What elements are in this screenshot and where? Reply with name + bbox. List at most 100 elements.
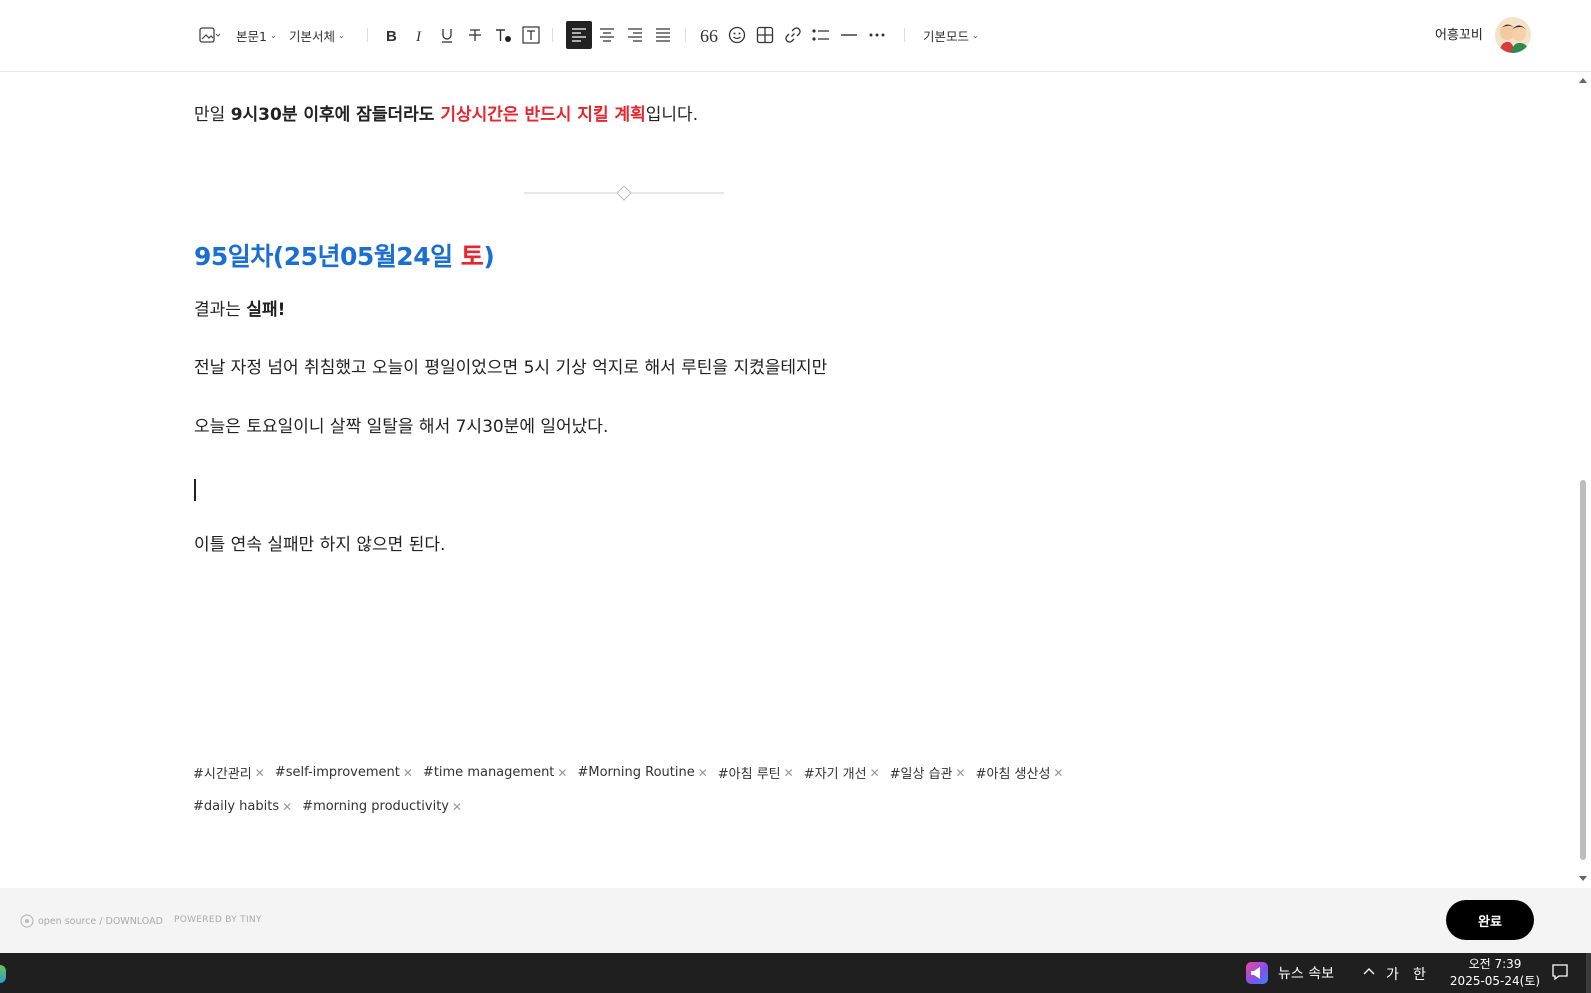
- powered-by-text: POWERED BY TINY: [174, 915, 262, 925]
- close-icon[interactable]: ✕: [255, 766, 265, 780]
- section-divider: [524, 185, 724, 201]
- toolbar-divider: [685, 28, 686, 42]
- close-icon[interactable]: ✕: [403, 766, 413, 780]
- link-icon: [785, 27, 801, 43]
- app-icon-partial[interactable]: [0, 965, 6, 983]
- italic-icon: I: [415, 29, 422, 43]
- horizontal-rule-button[interactable]: [836, 22, 862, 48]
- svg-text:I: I: [415, 29, 422, 43]
- quote-icon: 66: [700, 28, 718, 42]
- editor-mode-select[interactable]: 기본모드 ⌄: [923, 22, 979, 48]
- tag-item[interactable]: #Morning Routine ✕: [577, 763, 707, 782]
- smiley-icon: [728, 26, 746, 44]
- close-icon[interactable]: ✕: [452, 800, 462, 814]
- align-right-icon: [628, 28, 642, 42]
- tag-item[interactable]: #morning productivity ✕: [302, 799, 462, 814]
- tag-item[interactable]: #일상 습관 ✕: [890, 763, 966, 783]
- ime-language-indicator[interactable]: 가: [1386, 964, 1399, 984]
- underline-button[interactable]: [434, 22, 460, 48]
- bullet-list-button[interactable]: [808, 22, 834, 48]
- ime-mode-indicator[interactable]: 한: [1413, 964, 1426, 984]
- tiny-brand-link[interactable]: open source / DOWNLOAD: [20, 914, 163, 928]
- tag-item[interactable]: #time management ✕: [423, 763, 568, 782]
- underline-icon: [442, 29, 452, 43]
- paragraph-line3: 오늘은 토요일이니 살짝 일탈을 해서 7시30분에 일어났다.: [194, 417, 609, 437]
- align-justify-button[interactable]: [650, 22, 676, 48]
- text-background-icon: [522, 26, 540, 44]
- close-icon[interactable]: ✕: [282, 800, 292, 814]
- horizontal-line-icon: [841, 34, 857, 36]
- link-button[interactable]: [780, 22, 806, 48]
- chevron-down-icon: ⌄: [269, 30, 277, 40]
- close-icon[interactable]: ✕: [1053, 766, 1063, 780]
- font-family-select[interactable]: 기본서체 ⌄: [289, 22, 345, 48]
- align-right-button[interactable]: [622, 22, 648, 48]
- text-color-button[interactable]: [490, 22, 516, 48]
- chevron-down-icon: ⌄: [972, 30, 979, 40]
- paragraph-line2: 전날 자정 넘어 취침했고 오늘이 평일이었으면 5시 기상 억지로 해서 루틴…: [194, 358, 828, 378]
- tag-list-row1: #시간관리 ✕ #self-improvement ✕ #time manageme…: [193, 763, 1073, 782]
- clock-time: 오전 7:39: [1468, 957, 1522, 971]
- svg-text:66: 66: [700, 28, 718, 42]
- tiny-logo-icon: [20, 914, 34, 928]
- bold-button[interactable]: B: [378, 22, 404, 48]
- text-cursor: [194, 479, 196, 501]
- bold-icon: B: [386, 28, 397, 43]
- chevron-up-icon[interactable]: [1362, 964, 1376, 982]
- show-desktop-button[interactable]: [1586, 953, 1591, 993]
- scroll-up-arrow-icon[interactable]: [1579, 78, 1587, 83]
- toolbar-divider: [552, 28, 553, 42]
- quote-button[interactable]: 66: [696, 22, 722, 48]
- svg-text:B: B: [386, 28, 397, 43]
- close-icon[interactable]: ✕: [870, 766, 880, 780]
- done-button[interactable]: 완료: [1446, 900, 1534, 940]
- paragraph-result: 결과는 실패!: [194, 300, 286, 320]
- text-color-icon: [496, 29, 511, 42]
- scrollbar-thumb[interactable]: [1580, 480, 1586, 860]
- table-button[interactable]: [752, 22, 778, 48]
- tag-item[interactable]: #daily habits ✕: [193, 799, 292, 814]
- align-center-icon: [600, 28, 614, 42]
- tag-item[interactable]: #아침 루틴 ✕: [718, 763, 794, 783]
- strikethrough-icon: [469, 29, 481, 41]
- tag-item[interactable]: #self-improvement ✕: [275, 763, 413, 782]
- more-horizontal-icon: [869, 33, 885, 37]
- align-left-button[interactable]: [566, 21, 592, 49]
- bullet-list-icon: [812, 29, 829, 41]
- editor-footer: open source / DOWNLOAD POWERED BY TINY 완…: [0, 888, 1591, 953]
- italic-button[interactable]: I: [406, 22, 432, 48]
- align-left-icon: [572, 28, 586, 42]
- image-icon: [199, 27, 221, 43]
- close-icon[interactable]: ✕: [698, 766, 708, 780]
- tag-item[interactable]: #자기 개선 ✕: [804, 763, 880, 783]
- text-background-button[interactable]: [518, 22, 544, 48]
- editor-content[interactable]: 만일 9시30분 이후에 잠들더라도 기상시간은 반드시 지킬 계획입니다. 9…: [0, 73, 1575, 888]
- day-heading: 95일차(25년05월24일 토): [194, 242, 495, 271]
- news-widget[interactable]: 뉴스 속보: [1246, 962, 1334, 984]
- system-clock[interactable]: 오전 7:39 2025-05-24(토): [1440, 956, 1550, 990]
- emoji-button[interactable]: [724, 22, 750, 48]
- paragraph-style-select[interactable]: 본문1 ⌄: [236, 22, 277, 48]
- paragraph-line4: 이틀 연속 실패만 하지 않으면 된다.: [194, 535, 446, 555]
- avatar[interactable]: [1495, 17, 1531, 53]
- scroll-down-arrow-icon[interactable]: [1579, 876, 1587, 881]
- strikethrough-button[interactable]: [462, 22, 488, 48]
- align-justify-icon: [656, 28, 670, 42]
- tag-item[interactable]: #시간관리 ✕: [193, 763, 265, 783]
- toolbar-divider: [367, 28, 368, 42]
- close-icon[interactable]: ✕: [784, 766, 794, 780]
- table-icon: [756, 26, 774, 44]
- notification-icon[interactable]: [1551, 963, 1569, 981]
- more-options-button[interactable]: [864, 22, 890, 48]
- news-megaphone-icon: [1246, 962, 1268, 984]
- paragraph-plan: 만일 9시30분 이후에 잠들더라도 기상시간은 반드시 지킬 계획입니다.: [194, 105, 699, 125]
- windows-taskbar: 뉴스 속보 가 한 오전 7:39 2025-05-24(토): [0, 953, 1591, 993]
- close-icon[interactable]: ✕: [956, 766, 966, 780]
- user-name: 어흥꼬비: [1435, 28, 1483, 43]
- image-insert-button[interactable]: [196, 22, 224, 48]
- close-icon[interactable]: ✕: [557, 766, 567, 780]
- tag-item[interactable]: #아침 생산성 ✕: [976, 763, 1064, 783]
- editor-toolbar: 본문1 ⌄ 기본서체 ⌄ B I 66 기본모드 ⌄ 어흥꼬비: [0, 0, 1591, 72]
- align-center-button[interactable]: [594, 22, 620, 48]
- toolbar-divider: [904, 28, 905, 42]
